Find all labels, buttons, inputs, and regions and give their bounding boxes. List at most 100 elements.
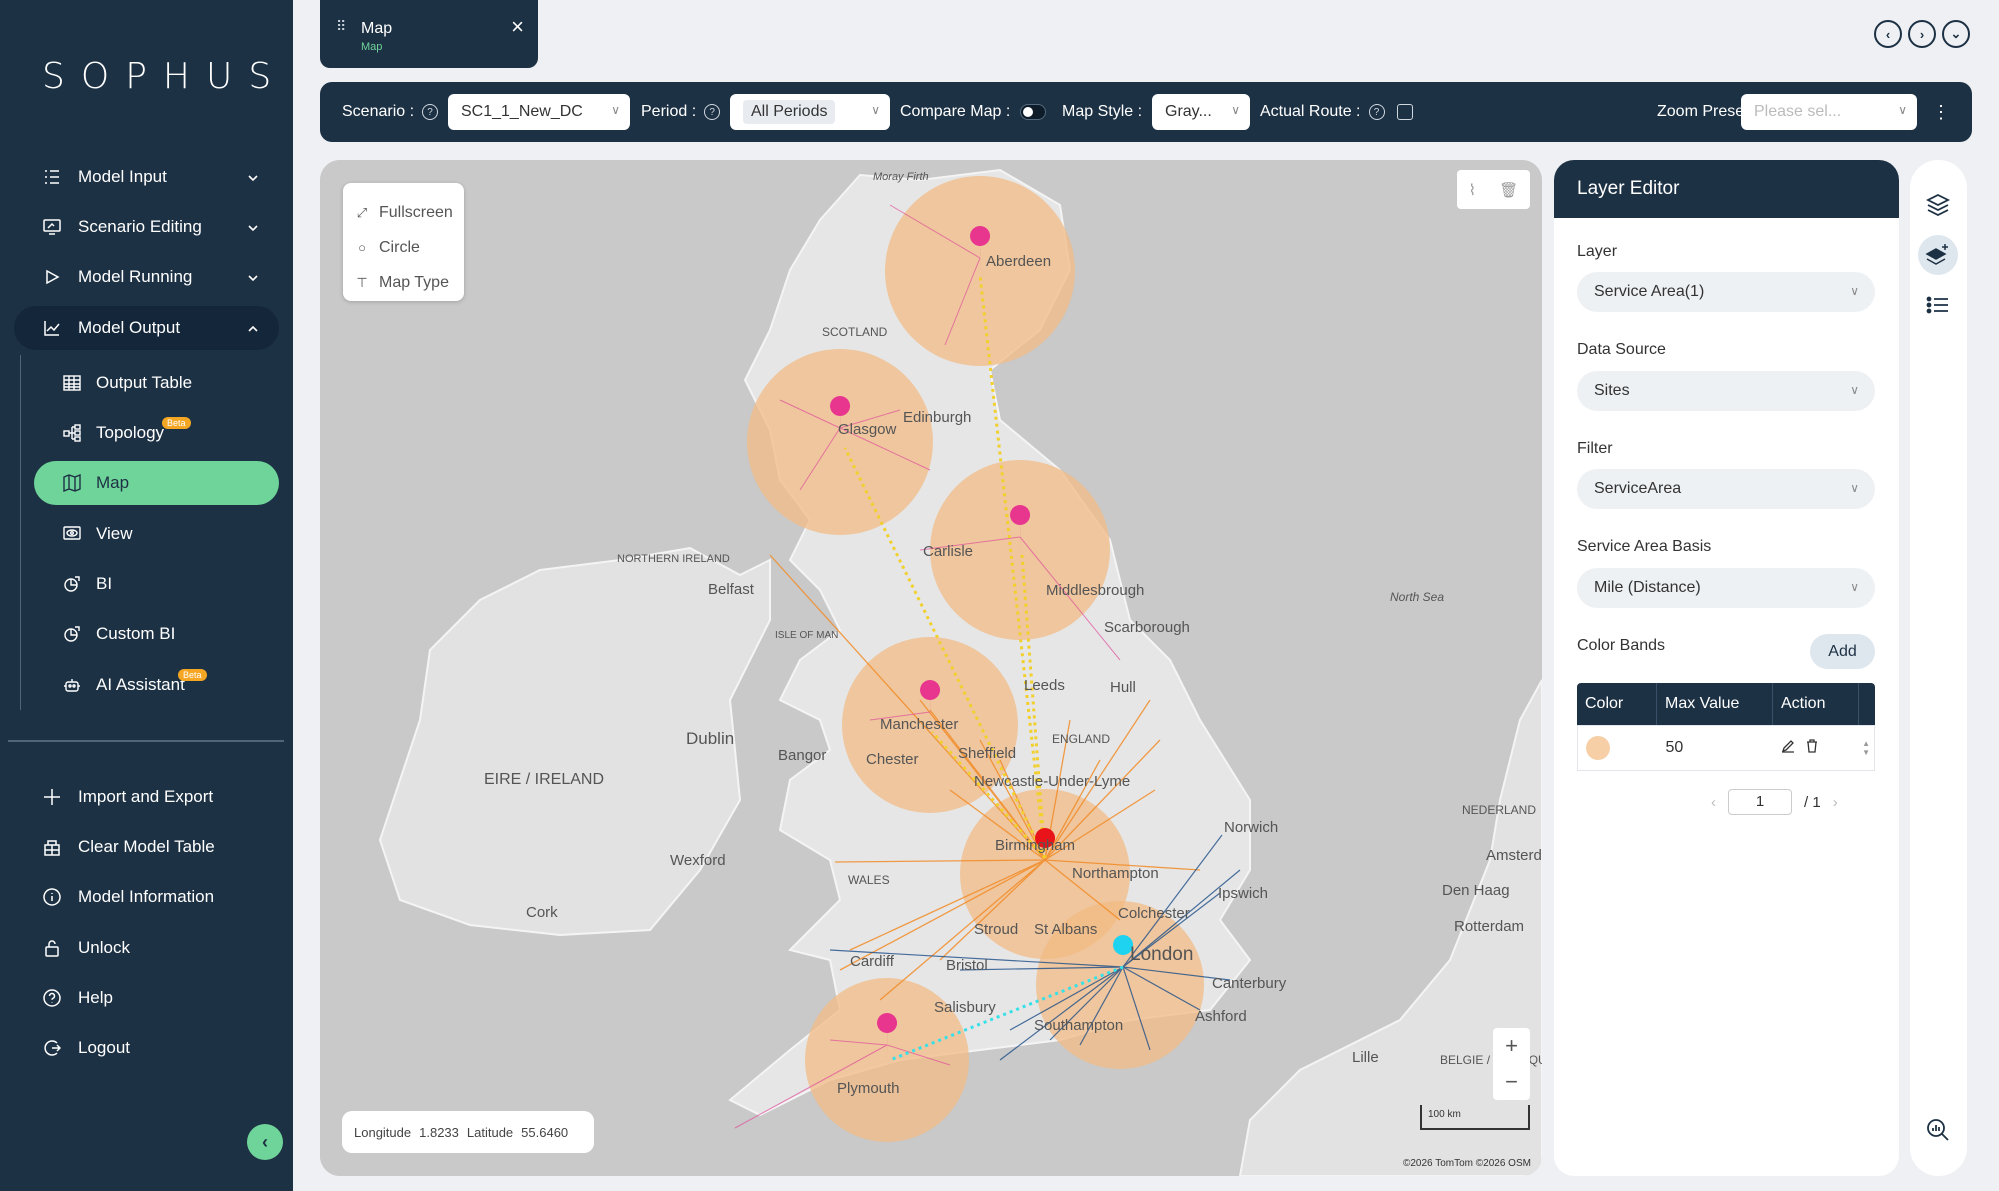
sub-output-table[interactable]: Output Table [34, 361, 279, 405]
trash-icon[interactable] [1805, 738, 1819, 758]
max-value-cell: 50 [1665, 739, 1684, 756]
layer-select[interactable]: Service Area(1) ∨ [1577, 272, 1875, 312]
sub-view[interactable]: View [34, 512, 279, 556]
zoom-out-button[interactable]: − [1493, 1064, 1530, 1100]
svg-text:Lille: Lille [1352, 1049, 1379, 1066]
compare-map-toggle[interactable] [1020, 104, 1047, 120]
nav-scenario-editing[interactable]: Scenario Editing [14, 205, 279, 249]
add-band-button[interactable]: Add [1810, 634, 1875, 669]
svg-text:Colchester: Colchester [1118, 905, 1190, 922]
scale-bar: 100 km [1420, 1105, 1530, 1130]
svg-text:Southampton: Southampton [1034, 1017, 1123, 1034]
nav-import-export[interactable]: Import and Export [14, 775, 279, 819]
layers-icon[interactable] [1918, 185, 1958, 225]
chevron-right-icon: › [1919, 26, 1925, 42]
svg-text:Scarborough: Scarborough [1104, 619, 1190, 636]
map-style-label: Map Style : [1062, 103, 1143, 120]
prev-tab-button[interactable]: ‹ [1874, 20, 1902, 48]
svg-text:Stroud: Stroud [974, 921, 1018, 938]
color-bands-table: Color Max Value Action 50 ▲ ▼ [1577, 683, 1875, 771]
data-source-select[interactable]: Sites ∨ [1577, 371, 1875, 411]
sub-ai-assistant[interactable]: AI Assistant Beta [34, 663, 279, 707]
service-area-basis-select[interactable]: Mile (Distance) ∨ [1577, 568, 1875, 608]
scenario-select[interactable]: SC1_1_New_DC ∨ [448, 94, 630, 130]
map-style-select[interactable]: Gray... ∨ [1152, 94, 1250, 130]
actual-route-label: Actual Route :? [1260, 82, 1413, 142]
period-select[interactable]: All Periods ∨ [730, 94, 890, 130]
nav-unlock[interactable]: Unlock [14, 926, 279, 970]
tab-list-button[interactable]: ⌄ [1942, 20, 1970, 48]
chevron-down-icon: ∨ [871, 103, 880, 117]
edit-icon[interactable] [1781, 739, 1795, 758]
draw-line-icon[interactable]: ⌇ [1469, 181, 1476, 199]
service-area-basis-label: Service Area Basis [1577, 538, 1712, 555]
svg-text:NEDERLAND: NEDERLAND [1462, 803, 1536, 817]
analytics-search-icon[interactable] [1918, 1110, 1958, 1150]
nav-help[interactable]: Help [14, 976, 279, 1020]
svg-text:ENGLAND: ENGLAND [1052, 732, 1110, 746]
sub-label: Output Table [96, 373, 193, 392]
nav-label: Model Running [78, 267, 193, 286]
zoom-in-button[interactable]: + [1493, 1028, 1530, 1064]
nav-label: Clear Model Table [78, 837, 215, 856]
sub-custom-bi[interactable]: Custom BI [34, 612, 279, 656]
svg-text:North Sea: North Sea [1390, 590, 1444, 604]
drag-handle-icon[interactable]: ⠿ [336, 18, 346, 35]
filter-label: Filter [1577, 440, 1613, 457]
zoom-presets-select[interactable]: Please sel... ∨ [1741, 94, 1917, 130]
latitude-label: Latitude [466, 1124, 514, 1140]
svg-text:Norwich: Norwich [1224, 819, 1278, 836]
color-swatch[interactable] [1586, 736, 1610, 760]
nav-model-running[interactable]: Model Running [14, 255, 279, 299]
collapse-sidebar-button[interactable]: ‹ [247, 1124, 283, 1160]
nav-clear-model-table[interactable]: Clear Model Table [14, 825, 279, 869]
trash-icon[interactable]: 🗑 [1499, 181, 1518, 199]
table-scrollbar[interactable]: ▲ ▼ [1858, 726, 1874, 770]
svg-text:Ipswich: Ipswich [1218, 885, 1268, 902]
next-page-icon[interactable]: › [1833, 794, 1838, 811]
map-svg[interactable]: Moray Firth Aberdeen SCOTLAND Edinburgh … [320, 160, 1542, 1176]
submenu-guide-line [20, 355, 21, 710]
sub-map[interactable]: Map [34, 461, 279, 505]
sub-bi[interactable]: BI [34, 562, 279, 606]
map-type-control[interactable]: ⊤ Map Type [343, 265, 464, 300]
next-tab-button[interactable]: › [1908, 20, 1936, 48]
chevron-down-icon: ∨ [1850, 284, 1859, 298]
help-circle-icon[interactable]: ? [1368, 104, 1385, 120]
chevron-left-icon: ‹ [1885, 26, 1891, 42]
chevron-down-icon: ∨ [1231, 103, 1240, 117]
svg-text:Amsterdam: Amsterdam [1486, 847, 1542, 864]
add-layer-icon[interactable] [1918, 235, 1958, 275]
nav-logout[interactable]: Logout [14, 1026, 279, 1070]
nav-model-output[interactable]: Model Output [14, 306, 279, 350]
chevron-down-icon: ∨ [611, 103, 620, 117]
monitor-edit-icon [42, 217, 62, 237]
map-canvas[interactable]: Moray Firth Aberdeen SCOTLAND Edinburgh … [320, 160, 1542, 1176]
nav-label: Scenario Editing [78, 217, 202, 236]
svg-text:Sheffield: Sheffield [958, 745, 1016, 762]
page-input[interactable]: 1 [1728, 789, 1792, 815]
longitude-label: Longitude [354, 1124, 412, 1140]
tab-map[interactable]: ⠿ Map Map × [320, 0, 538, 68]
nav-model-information[interactable]: Model Information [14, 875, 279, 919]
chevron-left-icon: ‹ [262, 1131, 268, 1152]
sub-label: Custom BI [96, 624, 176, 643]
fullscreen-control[interactable]: ⤢ Fullscreen [343, 195, 464, 230]
help-circle-icon[interactable]: ? [422, 104, 439, 120]
legend-list-icon[interactable] [1918, 285, 1958, 325]
circle-control[interactable]: ○ Circle [343, 230, 464, 265]
play-icon [42, 267, 62, 287]
close-tab-icon[interactable]: × [511, 14, 524, 40]
actual-route-checkbox[interactable] [1396, 104, 1413, 120]
chevron-down-icon: ∨ [1850, 383, 1859, 397]
help-circle-icon[interactable]: ? [704, 104, 721, 120]
sub-topology[interactable]: Topology Beta [34, 411, 279, 455]
column-header: Color [1577, 683, 1657, 725]
nav-label: Import and Export [78, 787, 214, 806]
column-header: Action [1773, 683, 1859, 725]
more-options-icon[interactable]: ⋮ [1932, 82, 1950, 142]
nav-model-input[interactable]: Model Input [14, 155, 279, 199]
prev-page-icon[interactable]: ‹ [1711, 794, 1716, 811]
filter-select[interactable]: ServiceArea ∨ [1577, 469, 1875, 509]
circle-icon: ○ [358, 240, 366, 255]
